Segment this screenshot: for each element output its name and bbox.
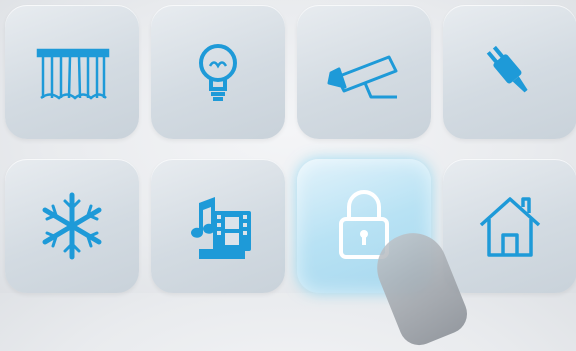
home-tile[interactable]: [443, 159, 576, 293]
music-film-icon: [191, 197, 251, 259]
climate-tile[interactable]: [5, 159, 139, 293]
light-bulb-icon: [199, 44, 237, 101]
power-plug-icon: [486, 45, 528, 93]
curtain-tile[interactable]: [5, 5, 139, 139]
security-camera-tile[interactable]: [297, 5, 431, 139]
snowflake-icon: [42, 192, 102, 260]
lock-tile[interactable]: [297, 159, 431, 293]
curtain-icon: [36, 48, 110, 100]
power-plug-tile[interactable]: [443, 5, 576, 139]
media-tile[interactable]: [151, 159, 285, 293]
lighting-tile[interactable]: [151, 5, 285, 139]
padlock-icon: [339, 190, 389, 259]
house-icon: [479, 197, 541, 257]
security-camera-icon: [327, 55, 398, 99]
